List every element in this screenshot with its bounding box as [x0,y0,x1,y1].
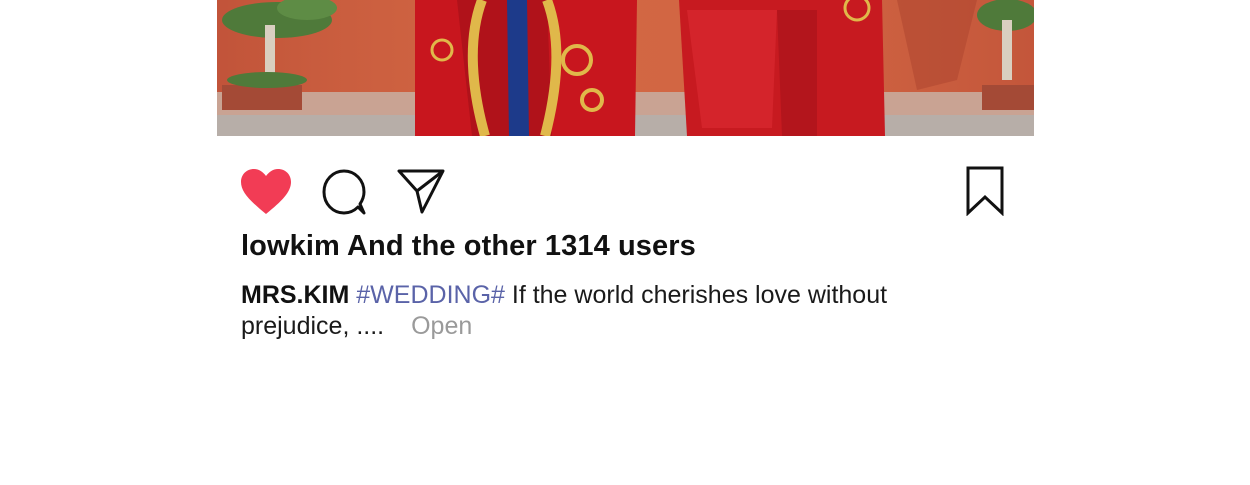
caption-author[interactable]: MRS.KIM [241,281,349,309]
wedding-photo-illustration [217,0,1034,136]
post-photo[interactable] [217,0,1034,136]
post-card: lowkim And the other 1314 users MRS.KIM … [0,0,1250,485]
caption-open-link[interactable]: Open [411,312,472,340]
likes-summary[interactable]: lowkim And the other 1314 users [241,230,696,263]
bookmark-icon[interactable] [965,166,1005,216]
paper-plane-icon[interactable] [397,168,445,214]
heart-filled-icon[interactable] [240,168,292,216]
post-action-bar [217,136,1034,226]
speech-bubble-icon[interactable] [321,169,367,215]
post-caption: MRS.KIM #WEDDING# If the world cherishes… [241,280,941,342]
caption-hashtag[interactable]: #WEDDING# [356,281,505,309]
